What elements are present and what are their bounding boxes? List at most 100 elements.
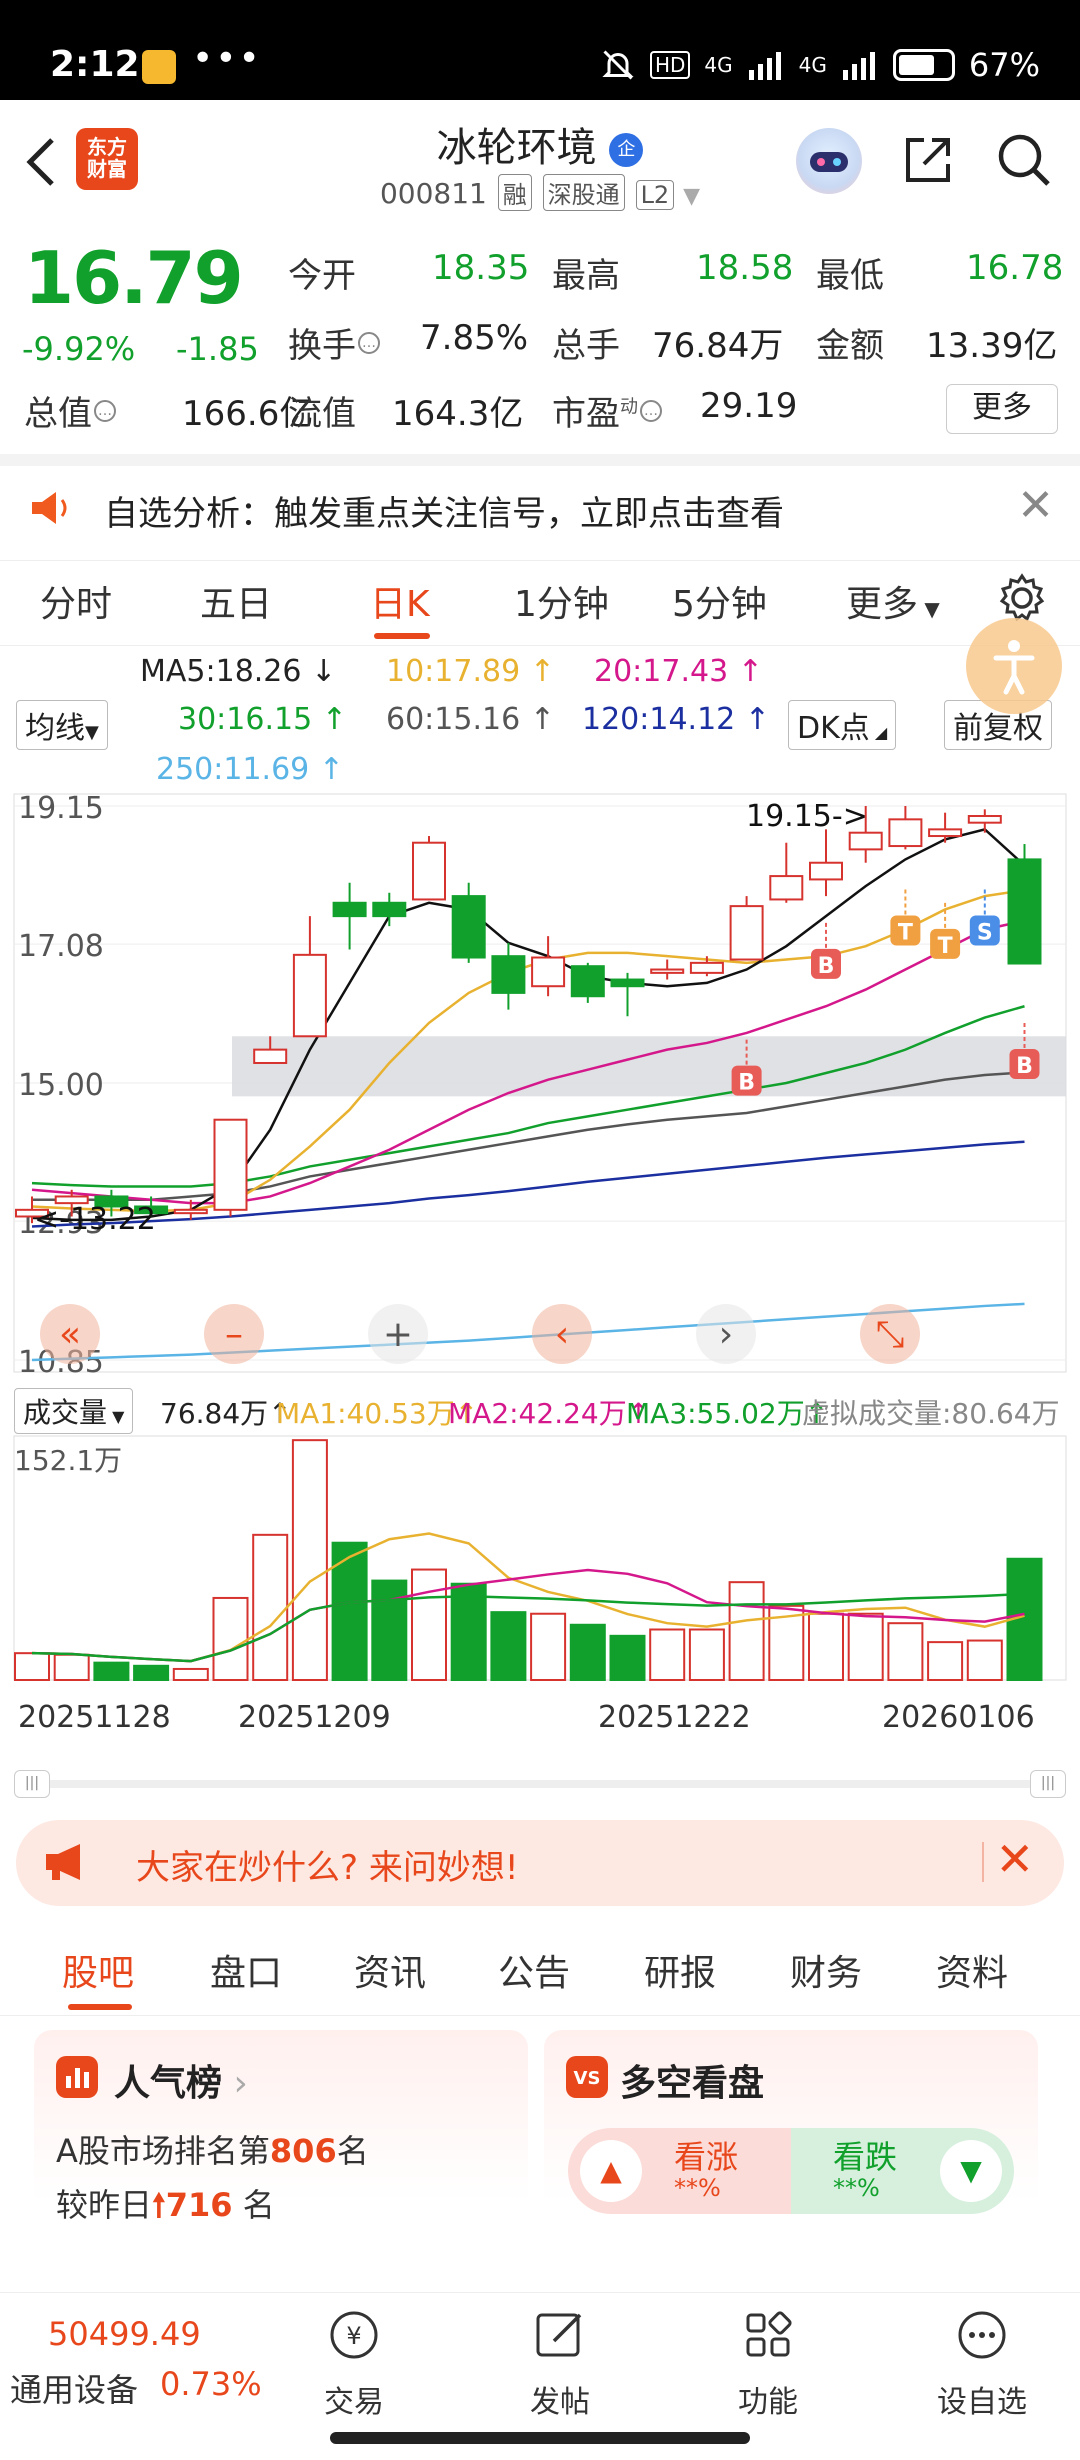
tab-5min[interactable]: 5分钟 — [672, 575, 767, 627]
candle-body — [689, 961, 724, 974]
index-value[interactable]: 50499.49 — [48, 2315, 201, 2353]
tab-announcements[interactable]: 公告 — [498, 1944, 570, 1996]
info-icon: … — [94, 400, 116, 422]
nav-add-watchlist[interactable]: 设自选 — [922, 2307, 1042, 2421]
nav-post[interactable]: 发帖 — [510, 2307, 610, 2421]
tab-research[interactable]: 研报 — [644, 1944, 716, 1996]
fullscreen-button-icon: ⤡ — [876, 1314, 905, 1355]
signal-icon — [748, 52, 781, 80]
tab-forum[interactable]: 股吧 — [62, 1944, 134, 1996]
search-icon[interactable] — [994, 130, 1054, 190]
vote-down-button[interactable]: 看跌 **% ▼ — [791, 2128, 1014, 2214]
info-icon: … — [358, 332, 380, 354]
active-tab-indicator — [374, 633, 430, 639]
k-line-chart[interactable]: 19.1517.0815.0012.9310.8519.15-><-13.22B… — [0, 790, 1080, 1386]
triangle-down-icon: ▼ — [940, 2140, 1002, 2202]
status-bar: 2:12 ••• HD 4G 4G 67% — [0, 0, 1080, 100]
rank-prefix: A股市场排名第 — [56, 2132, 270, 2170]
candle-body — [173, 1208, 208, 1215]
down-percent: **% — [833, 2174, 880, 2202]
candle-body — [848, 831, 883, 851]
ma-selector-label: 均线 — [25, 711, 85, 746]
trade-icon: ¥ — [330, 2311, 378, 2359]
volume-chart[interactable]: 152.1万 — [0, 1434, 1080, 1692]
ma-selector[interactable]: 均线▼ — [16, 700, 108, 750]
change-prefix: 较昨日 — [56, 2186, 153, 2224]
status-indicators: HD 4G 4G 67% — [600, 46, 1040, 84]
notification-icon — [142, 50, 176, 84]
vote-up-button[interactable]: ▲ 看涨 **% — [568, 2128, 791, 2214]
tab-finance[interactable]: 财务 — [790, 1944, 862, 1996]
chart-scrollbar[interactable]: ||| ||| — [14, 1770, 1066, 1798]
candle-body — [769, 875, 804, 901]
dk-point-selector[interactable]: DK点 ◢ — [788, 700, 897, 750]
ma10-label: 10:17.89 ↑ — [386, 654, 555, 689]
app-logo[interactable]: 东方 财富 — [76, 128, 138, 190]
candle-body — [570, 965, 605, 998]
stock-name-text: 冰轮环境 — [436, 125, 597, 171]
tab-news[interactable]: 资讯 — [354, 1944, 426, 1996]
candle-body — [491, 955, 526, 994]
more-button[interactable]: 更多 — [946, 384, 1058, 434]
tab-1min[interactable]: 1分钟 — [514, 575, 609, 627]
tab-five-day[interactable]: 五日 — [200, 575, 272, 627]
tab-more-label: 更多 — [846, 584, 919, 625]
network-4g-icon-2: 4G — [798, 53, 827, 77]
low-value: 16.78 — [966, 248, 1064, 288]
signal-badge-label: B — [738, 1071, 755, 1096]
back-icon[interactable] — [22, 132, 62, 192]
home-indicator[interactable] — [330, 2432, 750, 2444]
support-zone — [232, 1036, 1066, 1097]
gear-icon[interactable] — [996, 572, 1048, 624]
info-icon: … — [640, 400, 662, 422]
tab-daily-k[interactable]: 日K — [370, 575, 430, 627]
volume-bar — [530, 1612, 567, 1681]
ma5-label: MA5:18.26 ↓ — [140, 654, 337, 689]
battery-percent: 67% — [968, 46, 1040, 84]
mcap-label[interactable]: 总值… — [24, 386, 116, 435]
stock-name: 冰轮环境 企 — [300, 115, 780, 173]
chevron-down-icon: ▼ — [683, 184, 701, 209]
pe-label-text: 市盈 — [552, 394, 620, 434]
alert-banner[interactable]: 自选分析：触发重点关注信号，立即点击查看 ✕ — [0, 466, 1080, 552]
volume-bar — [966, 1639, 1003, 1681]
ma250-label: 250:11.69 ↑ — [156, 752, 344, 787]
ask-banner[interactable]: 大家在炒什么? 来问妙想! ✕ — [16, 1820, 1064, 1906]
long-short-card[interactable]: VS 多空看盘 ▲ 看涨 **% 看跌 **% ▼ — [544, 2030, 1038, 2244]
volume-bar — [133, 1664, 170, 1681]
battery-icon — [892, 49, 955, 81]
tab-profile[interactable]: 资料 — [936, 1944, 1008, 1996]
scroll-handle-right[interactable]: ||| — [1030, 1770, 1066, 1798]
volume-total-value: 76.84万 — [160, 1397, 269, 1430]
tab-order-book[interactable]: 盘口 — [210, 1944, 282, 1996]
tab-intraday[interactable]: 分时 — [40, 575, 112, 627]
volume-bar — [728, 1581, 765, 1682]
volume-selector[interactable]: 成交量 ▼ — [14, 1388, 134, 1434]
accessibility-icon[interactable] — [966, 618, 1062, 714]
candle-body — [928, 828, 963, 838]
content-tabs: 股吧 盘口 资讯 公告 研报 财务 资料 — [0, 1924, 1080, 2016]
stock-code: 000811 — [379, 177, 487, 210]
assistant-robot-icon[interactable] — [796, 128, 862, 194]
enterprise-badge: 企 — [609, 133, 644, 167]
rank-change-line: 较昨日🠕716 名 — [56, 2180, 275, 2237]
candle-body — [650, 968, 685, 974]
nav-functions[interactable]: 功能 — [718, 2307, 818, 2421]
stock-code-row[interactable]: 000811 融 深股通 L2 ▼ — [300, 174, 780, 211]
turnover-label[interactable]: 换手… — [288, 318, 380, 367]
share-icon[interactable] — [900, 132, 956, 188]
up-percent: **% — [674, 2174, 721, 2202]
index-name[interactable]: 通用设备 — [10, 2365, 138, 2411]
scroll-handle-left[interactable]: ||| — [14, 1770, 50, 1798]
pe-label[interactable]: 市盈动… — [552, 386, 662, 435]
tab-more[interactable]: 更多 ▼ — [846, 575, 940, 627]
popularity-card[interactable]: 人气榜 › A股市场排名第806名 较昨日🠕716 名 — [34, 2030, 528, 2244]
change-value: 716 — [165, 2186, 233, 2224]
period-tabs: 分时 五日 日K 1分钟 5分钟 更多 ▼ — [0, 560, 1080, 646]
close-icon[interactable]: ✕ — [1017, 480, 1054, 531]
low-label: 最低 — [816, 256, 884, 296]
long-short-title: 多空看盘 — [620, 2063, 765, 2104]
date-axis: 20251128 20251209 20251222 20260106 — [0, 1700, 1080, 1740]
nav-trade[interactable]: ¥ 交易 — [304, 2307, 404, 2421]
close-icon[interactable]: ✕ — [995, 1832, 1034, 1886]
